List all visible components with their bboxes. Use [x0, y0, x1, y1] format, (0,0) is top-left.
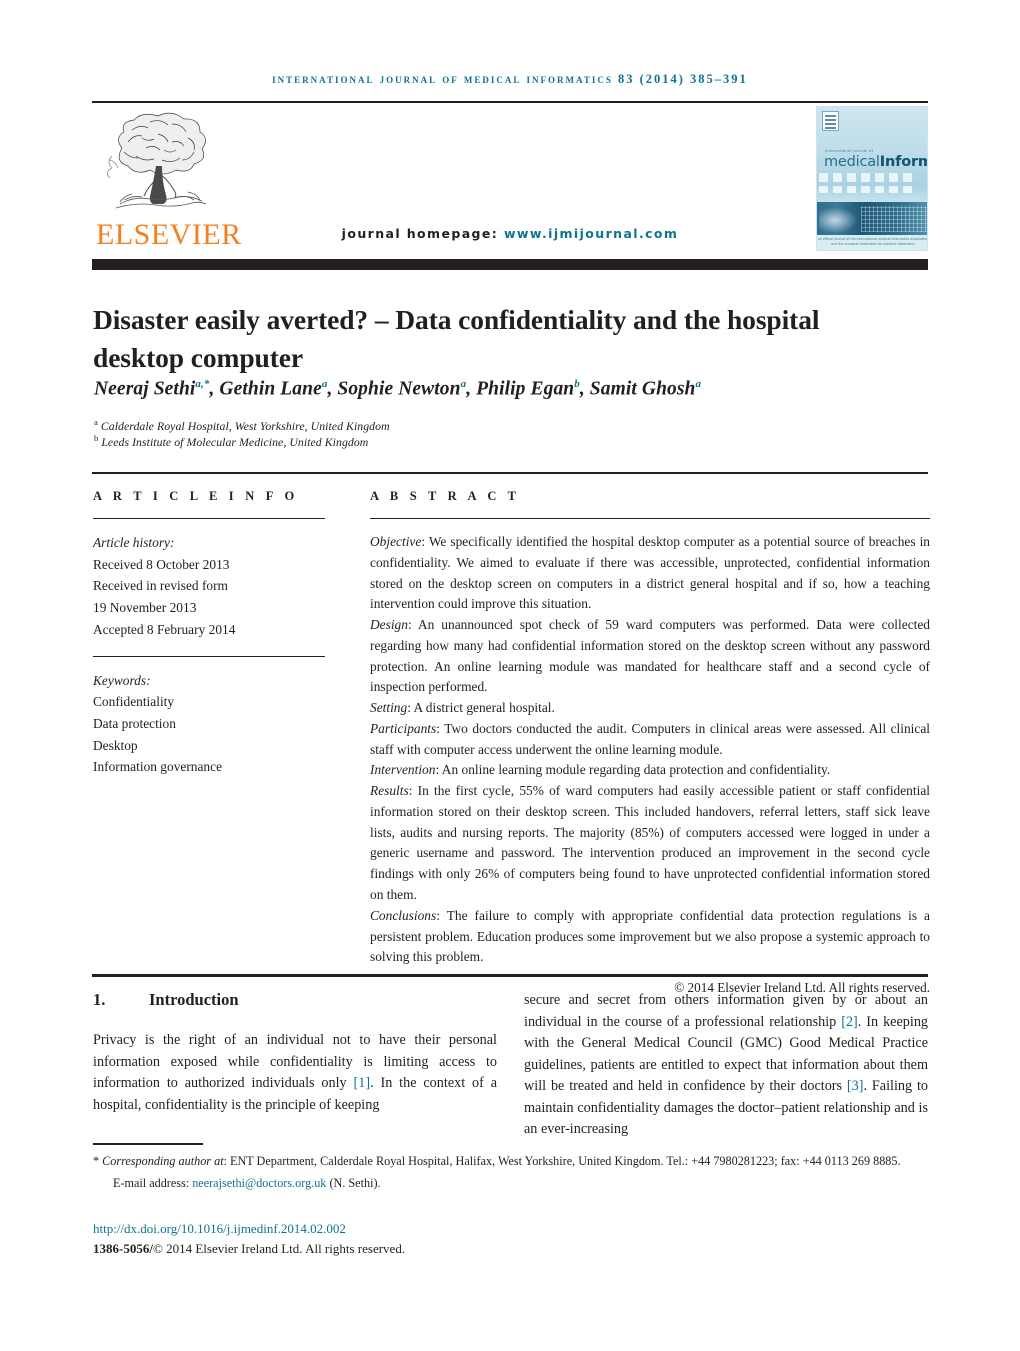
- abstract-paragraph: Objective: We specifically identified th…: [370, 532, 930, 615]
- keyword-item: Desktop: [93, 737, 138, 753]
- email-link[interactable]: neerajsethi@doctors.org.uk: [192, 1176, 326, 1190]
- article-info-hairline: [93, 518, 325, 519]
- article-history-item: 19 November 2013: [93, 600, 197, 616]
- info-section-rule: [92, 472, 928, 474]
- body-column-left: 1. Introduction Privacy is the right of a…: [93, 990, 497, 1116]
- footer-block: http://dx.doi.org/10.1016/j.ijmedinf.201…: [93, 1219, 793, 1258]
- elsevier-tree-icon: [107, 112, 207, 209]
- paper-page: International Journal of Medical Informa…: [0, 0, 1020, 1351]
- abstract-paragraph: Conclusions: The failure to comply with …: [370, 906, 930, 968]
- citation-ref-1[interactable]: [1]: [354, 1075, 371, 1091]
- abstract-label: Participants: [370, 720, 437, 736]
- issn-line: 1386-5056/© 2014 Elsevier Ireland Ltd. A…: [93, 1239, 793, 1259]
- citation-ref-2[interactable]: [2]: [841, 1014, 858, 1030]
- affiliation-a-text: Calderdale Royal Hospital, West Yorkshir…: [100, 418, 390, 433]
- cover-title-light: medical: [824, 154, 880, 170]
- abstract-label: Setting: [370, 700, 408, 716]
- cover-eyebrow: international journal of: [825, 149, 874, 153]
- cover-title-bold: Informatics: [879, 154, 927, 170]
- abstract-paragraph: Setting: A district general hospital.: [370, 698, 930, 719]
- cover-title: medicalInformatics: [824, 154, 927, 170]
- footnote-rule: [93, 1143, 203, 1145]
- section-number: 1.: [93, 990, 106, 1009]
- cover-footer-line2: and the european federation for medical …: [831, 241, 915, 246]
- intro-paragraph-left: Privacy is the right of an individual no…: [93, 1030, 497, 1116]
- journal-homepage-url[interactable]: www.ijmijournal.com: [504, 226, 678, 241]
- doi-link[interactable]: http://dx.doi.org/10.1016/j.ijmedinf.201…: [93, 1219, 793, 1239]
- abstract-label: Intervention: [370, 762, 436, 778]
- affiliation-b: b Leeds Institute of Molecular Medicine,…: [94, 433, 794, 450]
- elsevier-logo: ELSEVIER: [96, 108, 242, 253]
- article-history-block: Article history: Received 8 October 2013…: [93, 532, 325, 641]
- section-title: Introduction: [149, 990, 239, 1009]
- abstract-text: : We specifically identified the hospita…: [370, 534, 930, 612]
- abstract-column: A B S T R A C T Objective: We specifical…: [370, 489, 930, 999]
- section-heading-introduction: 1. Introduction: [93, 990, 497, 1010]
- abstract-text: : The failure to comply with appropriate…: [370, 907, 930, 965]
- email-suffix: (N. Sethi).: [329, 1176, 381, 1191]
- corresponding-author-text: : ENT Department, Calderdale Royal Hospi…: [223, 1154, 901, 1168]
- elsevier-tree-mark-icon: [822, 111, 839, 131]
- abstract-label: Conclusions: [370, 907, 437, 923]
- intro-paragraph-right: secure and secret from others informatio…: [524, 990, 928, 1141]
- abstract-paragraph: Results: In the first cycle, 55% of ward…: [370, 781, 930, 906]
- issn-prefix: 1386-5056/: [93, 1240, 153, 1256]
- affiliation-b-text: Leeds Institute of Molecular Medicine, U…: [101, 434, 369, 449]
- article-history-item: Received in revised form: [93, 578, 228, 594]
- journal-homepage-line: journal homepage: www.ijmijournal.com: [250, 226, 770, 241]
- corresponding-author-label: Corresponding author at: [102, 1154, 224, 1168]
- abstract-text: : An online learning module regarding da…: [435, 762, 831, 778]
- abstract-paragraph: Intervention: An online learning module …: [370, 760, 930, 781]
- abstract-label: Objective: [370, 534, 422, 549]
- abstract-paragraph: Design: An unannounced spot check of 59 …: [370, 615, 930, 698]
- article-history-item: Accepted 8 February 2014: [93, 621, 236, 637]
- abstract-text: : An unannounced spot check of 59 ward c…: [370, 617, 930, 695]
- keywords-label: Keywords:: [93, 672, 151, 688]
- abstract-text: : A district general hospital.: [407, 700, 555, 716]
- keywords-hairline: [93, 655, 325, 657]
- abstract-body: Objective: We specifically identified th…: [370, 532, 930, 999]
- keyword-item: Data protection: [93, 715, 176, 731]
- citation-ref-3[interactable]: [3]: [847, 1078, 864, 1094]
- footnote-star-marker: *: [93, 1154, 100, 1168]
- body-section-rule: [92, 974, 928, 977]
- keyword-item: Information governance: [93, 759, 223, 775]
- page-title: Disaster easily averted? – Data confiden…: [93, 304, 820, 374]
- affiliation-b-marker: b: [94, 433, 99, 443]
- affiliation-a-marker: a: [94, 417, 98, 427]
- article-history-item: Received 8 October 2013: [93, 556, 230, 572]
- running-head: International Journal of Medical Informa…: [272, 72, 748, 86]
- abstract-paragraph: Participants: Two doctors conducted the …: [370, 719, 930, 761]
- journal-cover-thumbnail: international journal of medicalInformat…: [816, 106, 928, 251]
- masthead-top-rule: [92, 101, 928, 103]
- cover-light-bars: [817, 173, 927, 199]
- issn-copyright: © 2014 Elsevier Ireland Ltd. All rights …: [152, 1240, 406, 1256]
- abstract-label: Design: [370, 617, 408, 633]
- journal-homepage-label: journal homepage:: [341, 226, 499, 241]
- email-line: E-mail address: neerajsethi@doctors.org.…: [93, 1174, 929, 1192]
- keywords-block: Keywords: Confidentiality Data protectio…: [93, 670, 325, 779]
- cover-footer-line1: an official journal of the international…: [817, 237, 928, 241]
- author-list: Neeraj Sethia,*, Gethin Lanea, Sophie Ne…: [94, 378, 702, 400]
- email-label: E-mail address:: [113, 1176, 190, 1191]
- cover-photo-grid: [861, 206, 927, 232]
- elsevier-wordmark: ELSEVIER: [96, 218, 242, 251]
- abstract-text: : In the first cycle, 55% of ward comput…: [370, 783, 930, 903]
- abstract-label: Results: [370, 783, 409, 799]
- affiliation-a: a Calderdale Royal Hospital, West Yorksh…: [94, 417, 794, 434]
- abstract-text: : Two doctors conducted the audit. Compu…: [370, 720, 930, 757]
- abstract-hairline: [370, 518, 930, 519]
- article-info-column: A R T I C L E I N F O Article history: R…: [93, 489, 325, 778]
- article-history-label: Article history:: [93, 535, 175, 550]
- abstract-heading: A B S T R A C T: [370, 489, 521, 503]
- footnote-block: * Corresponding author at: ENT Departmen…: [93, 1152, 929, 1193]
- keyword-item: Confidentiality: [93, 694, 175, 710]
- body-column-right: secure and secret from others informatio…: [524, 990, 928, 1141]
- article-info-heading: A R T I C L E I N F O: [93, 489, 299, 503]
- cover-footer-text: an official journal of the international…: [817, 237, 928, 247]
- masthead-black-bar: [92, 259, 928, 270]
